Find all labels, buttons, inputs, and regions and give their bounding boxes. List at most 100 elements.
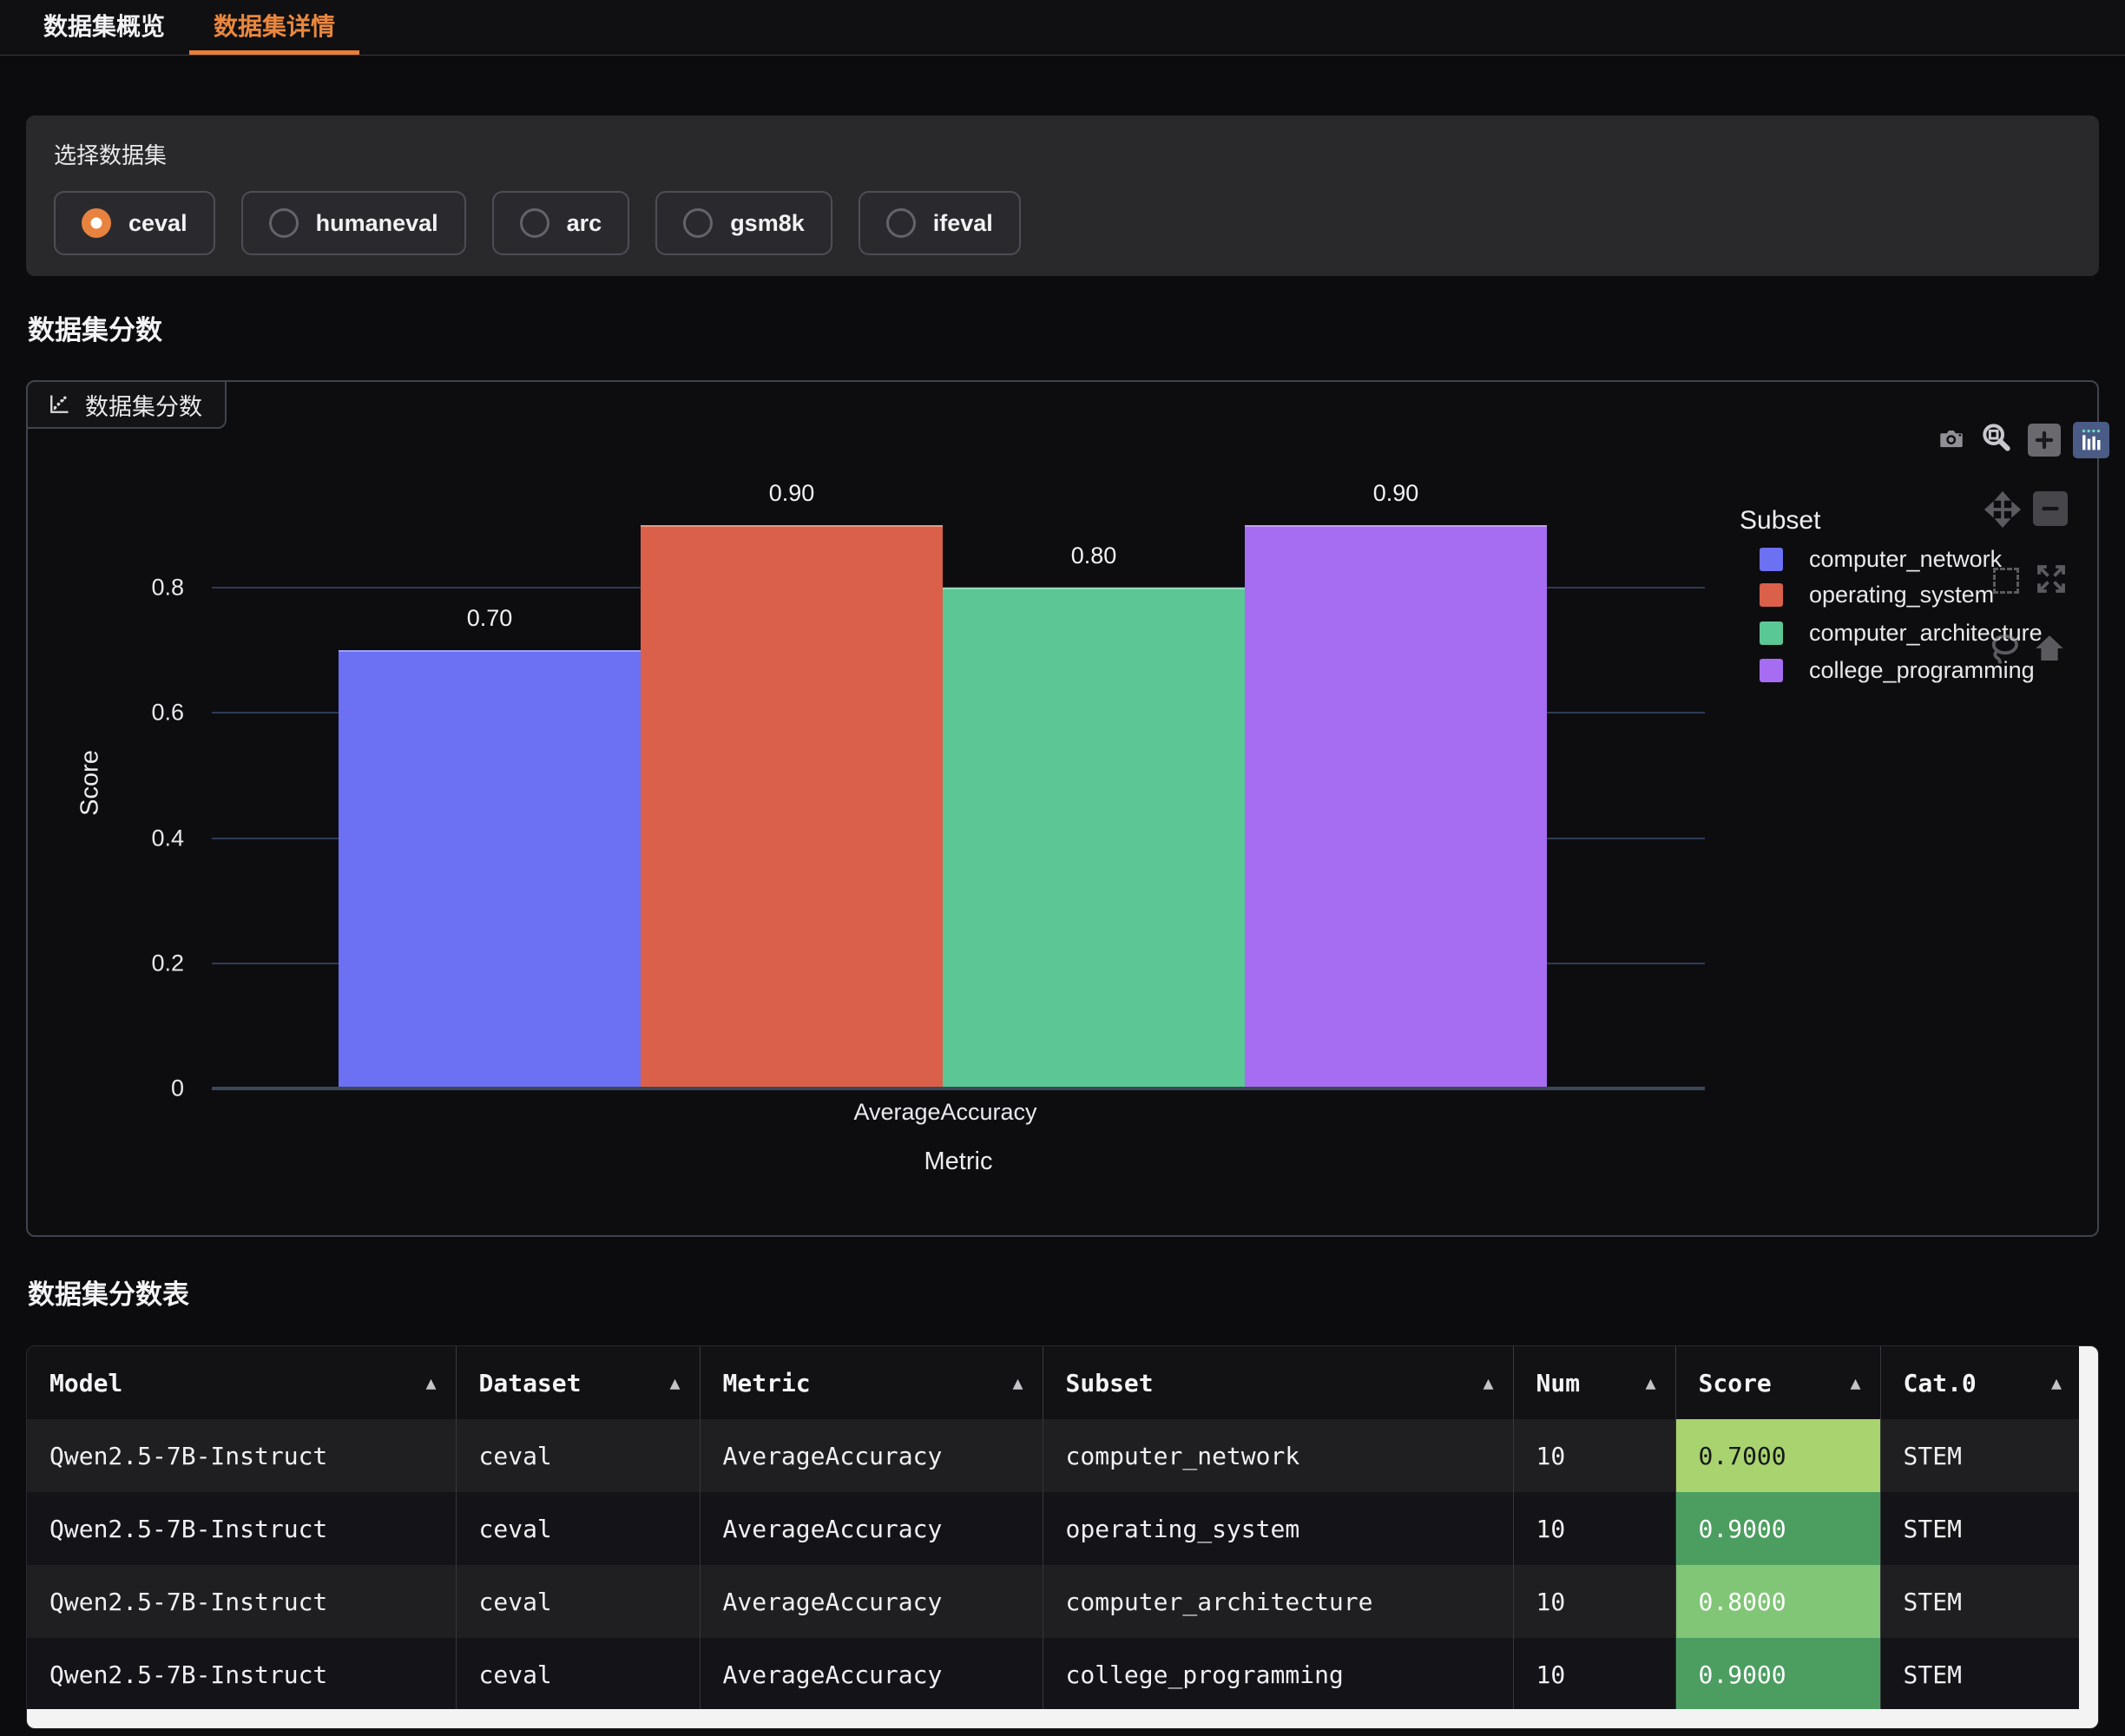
dataset-picker-label: 选择数据集 <box>54 138 2071 170</box>
table-row: Qwen2.5-7B-InstructcevalAverageAccuracyc… <box>27 1638 2081 1711</box>
cell-model: Qwen2.5-7B-Instruct <box>27 1638 456 1711</box>
chart-panel: 数据集分数 <box>26 380 2099 1237</box>
table-view-icon[interactable] <box>2073 422 2109 458</box>
legend-item-label: operating_system <box>1809 582 1994 608</box>
reset-home-icon[interactable] <box>2030 628 2069 668</box>
cell-subset: college_programming <box>1043 1638 1513 1711</box>
radio-label: ifeval <box>933 210 993 237</box>
dataset-radio-group: ceval humaneval arc gsm8k ifeval <box>54 191 2071 255</box>
legend-swatch-icon <box>1760 583 1783 607</box>
cell-model: Qwen2.5-7B-Instruct <box>27 1419 456 1492</box>
column-header-metric[interactable]: Metric▲ <box>700 1346 1043 1419</box>
scatter-plot-icon <box>47 392 71 417</box>
box-select-icon[interactable] <box>1986 561 2026 601</box>
add-icon[interactable] <box>2028 424 2061 457</box>
column-header-dataset[interactable]: Dataset▲ <box>456 1346 700 1419</box>
camera-icon[interactable] <box>1934 422 1969 457</box>
autoscale-icon[interactable] <box>2031 559 2071 599</box>
radio-circle-icon <box>269 208 299 238</box>
cell-cat-0: STEM <box>1880 1565 2081 1638</box>
column-header-label: Metric <box>723 1369 811 1397</box>
sort-arrow-icon: ▲ <box>669 1372 680 1393</box>
top-tabbar: 数据集概览 数据集详情 <box>0 0 2125 56</box>
legend-title: Subset <box>1740 506 1820 536</box>
bar-value-label: 0.80 <box>943 542 1245 569</box>
cell-num: 10 <box>1513 1419 1675 1492</box>
bar-value-label: 0.90 <box>1245 480 1547 507</box>
column-header-label: Num <box>1536 1369 1581 1397</box>
dataset-radio-ifeval[interactable]: ifeval <box>859 191 1021 255</box>
app-root: 数据集概览 数据集详情 选择数据集 ceval humaneval arc gsm8k… <box>0 0 2125 1736</box>
bar-value-label: 0.90 <box>641 480 943 507</box>
zoom-box-icon[interactable] <box>1979 420 2014 455</box>
dataset-radio-ceval[interactable]: ceval <box>54 191 215 255</box>
legend-swatch-icon <box>1760 659 1783 682</box>
cell-metric: AverageAccuracy <box>700 1419 1043 1492</box>
table-row: Qwen2.5-7B-InstructcevalAverageAccuracyo… <box>27 1492 2081 1565</box>
score-table-container: Model▲Dataset▲Metric▲Subset▲Num▲Score▲Ca… <box>26 1345 2099 1729</box>
cell-model: Qwen2.5-7B-Instruct <box>27 1565 456 1638</box>
dataset-picker-panel: 选择数据集 ceval humaneval arc gsm8k ifeval <box>26 115 2099 276</box>
horizontal-scrollbar[interactable] <box>27 1709 2099 1728</box>
dataset-radio-gsm8k[interactable]: gsm8k <box>655 191 832 255</box>
bar-college_programming[interactable] <box>1245 525 1547 1088</box>
cell-subset: operating_system <box>1043 1492 1513 1565</box>
cell-dataset: ceval <box>456 1419 700 1492</box>
sort-arrow-icon: ▲ <box>1850 1372 1860 1393</box>
table-section-heading: 数据集分数表 <box>28 1272 189 1312</box>
radio-label: gsm8k <box>730 210 805 237</box>
cell-dataset: ceval <box>456 1565 700 1638</box>
cell-subset: computer_architecture <box>1043 1565 1513 1638</box>
column-header-label: Model <box>49 1369 122 1397</box>
sort-arrow-icon: ▲ <box>2051 1372 2062 1393</box>
bar-computer_network[interactable] <box>339 650 641 1088</box>
radio-circle-icon <box>82 208 111 238</box>
radio-circle-icon <box>886 208 916 238</box>
chart-tab-chip-label: 数据集分数 <box>85 388 202 422</box>
cell-dataset: ceval <box>456 1638 700 1711</box>
sort-arrow-icon: ▲ <box>1645 1372 1655 1393</box>
sort-arrow-icon: ▲ <box>1483 1372 1493 1393</box>
tab-dataset-overview[interactable]: 数据集概览 <box>19 0 189 55</box>
table-header-row: Model▲Dataset▲Metric▲Subset▲Num▲Score▲Ca… <box>27 1346 2081 1419</box>
sort-arrow-icon: ▲ <box>425 1372 436 1393</box>
legend-item-computer_network[interactable]: computer_network <box>1760 541 2002 577</box>
legend-swatch-icon <box>1760 621 1783 645</box>
y-axis-title: Score <box>76 750 105 816</box>
column-header-cat-0[interactable]: Cat.0 ▲ <box>1880 1346 2081 1419</box>
zoom-out-icon[interactable] <box>2033 491 2068 526</box>
cell-num: 10 <box>1513 1492 1675 1565</box>
table-row: Qwen2.5-7B-InstructcevalAverageAccuracyc… <box>27 1419 2081 1492</box>
bar-value-label: 0.70 <box>339 605 641 632</box>
cell-model: Qwen2.5-7B-Instruct <box>27 1492 456 1565</box>
radio-label: humaneval <box>316 210 438 237</box>
score-cell: 0.9000 <box>1675 1638 1880 1711</box>
y-axis-tick-label: 0.6 <box>80 700 184 727</box>
bar-computer_architecture[interactable] <box>943 588 1245 1088</box>
dataset-radio-arc[interactable]: arc <box>492 191 630 255</box>
column-header-model[interactable]: Model ▲ <box>27 1346 456 1419</box>
column-header-label: Subset <box>1066 1369 1154 1397</box>
cell-subset: computer_network <box>1043 1419 1513 1492</box>
lasso-icon[interactable] <box>1984 628 2024 668</box>
column-header-num[interactable]: Num ▲ <box>1513 1346 1675 1419</box>
cell-cat-0: STEM <box>1880 1492 2081 1565</box>
pan-icon[interactable] <box>1983 490 2023 529</box>
column-header-subset[interactable]: Subset ▲ <box>1043 1346 1513 1419</box>
bar-operating_system[interactable] <box>641 525 943 1088</box>
radio-circle-icon <box>683 208 713 238</box>
x-axis-line <box>212 1087 1705 1090</box>
y-axis-tick-label: 0.4 <box>80 825 184 852</box>
column-header-score[interactable]: Score▲ <box>1675 1346 1880 1419</box>
tab-dataset-detail[interactable]: 数据集详情 <box>189 0 359 55</box>
y-axis-tick-label: 0 <box>80 1075 184 1102</box>
vertical-scrollbar[interactable] <box>2079 1346 2098 1711</box>
cell-cat-0: STEM <box>1880 1419 2081 1492</box>
cell-metric: AverageAccuracy <box>700 1565 1043 1638</box>
dataset-radio-humaneval[interactable]: humaneval <box>241 191 466 255</box>
score-cell: 0.8000 <box>1675 1565 1880 1638</box>
column-header-label: Cat.0 <box>1904 1369 1977 1397</box>
x-axis-title: Metric <box>785 1147 1132 1176</box>
cell-num: 10 <box>1513 1638 1675 1711</box>
legend-item-operating_system[interactable]: operating_system <box>1760 576 1994 613</box>
